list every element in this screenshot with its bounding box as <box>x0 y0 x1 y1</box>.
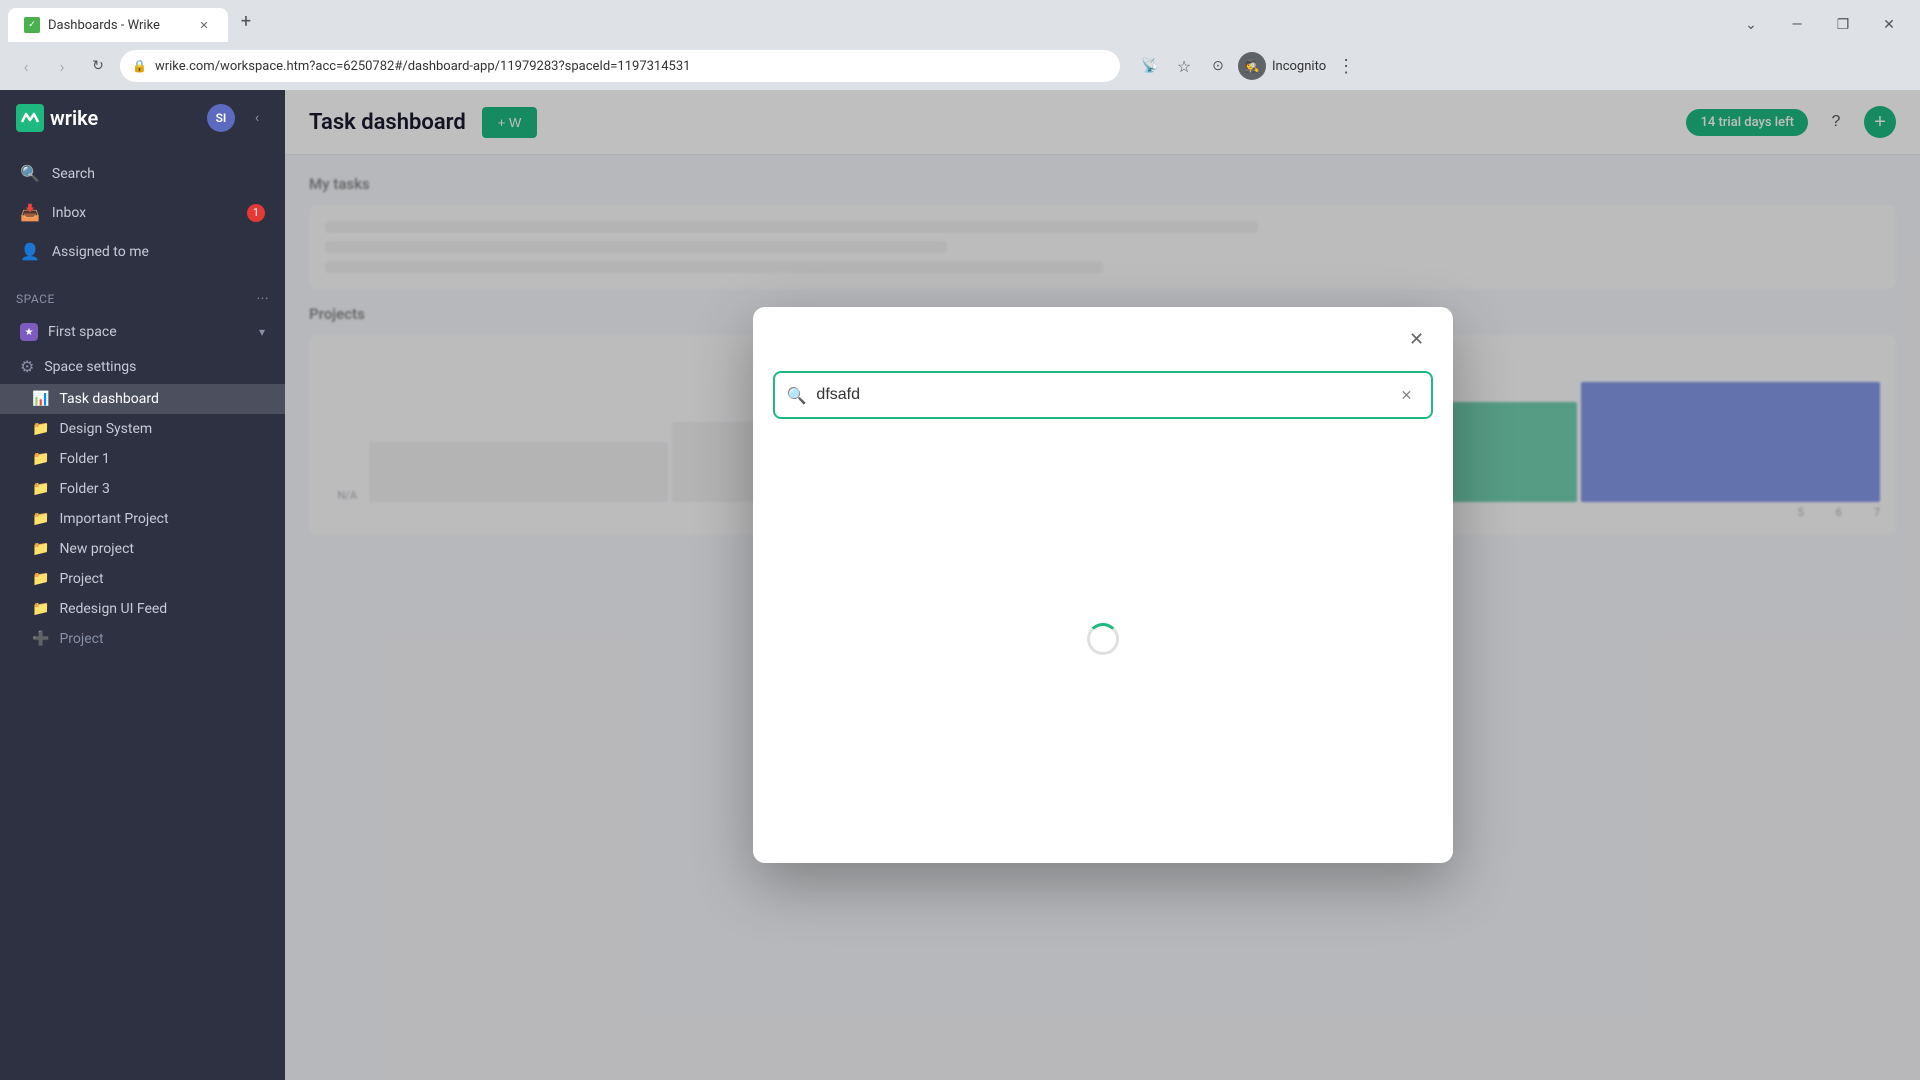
sidebar-item-add-project[interactable]: ➕ Project <box>0 624 285 654</box>
sidebar-item-folder-1[interactable]: 📁 Folder 1 <box>0 444 285 474</box>
sidebar-item-folder-3[interactable]: 📁 Folder 3 <box>0 474 285 504</box>
search-icon: 🔍 <box>20 164 40 183</box>
incognito-avatar: 🕵 <box>1238 52 1266 80</box>
space-section-header: Space ··· <box>16 291 269 307</box>
address-bar[interactable]: 🔒 wrike.com/workspace.htm?acc=6250782#/d… <box>120 50 1120 82</box>
tab-close-icon[interactable]: ✕ <box>196 17 212 33</box>
modal-header: ✕ <box>753 307 1453 363</box>
inbox-icon: 📥 <box>20 203 40 222</box>
add-project-icon: ➕ <box>32 631 49 647</box>
sidebar-item-search-label: Search <box>52 166 95 182</box>
wrike-logo-text: wrike <box>50 106 98 130</box>
sidebar-item-search[interactable]: 🔍 Search <box>0 154 285 193</box>
tab-favicon: ✓ <box>24 17 40 33</box>
maximize-button[interactable]: ❐ <box>1820 8 1866 42</box>
space-settings-icon: ⚙ <box>20 357 34 376</box>
sidebar-tree: 📊 Task dashboard 📁 Design System 📁 Folde… <box>0 384 285 1080</box>
sidebar-item-space-settings[interactable]: ⚙ Space settings <box>0 349 285 384</box>
browser-chrome: ✓ Dashboards - Wrike ✕ + ⌄ — ❐ ✕ ‹ › ↻ 🔒… <box>0 0 1920 90</box>
inbox-badge: 1 <box>247 204 265 222</box>
browser-actions: 📡 ☆ ⊙ 🕵 Incognito ⋮ <box>1136 52 1360 80</box>
chevron-down-icon[interactable]: ⌄ <box>1728 8 1774 42</box>
redesign-ui-label: Redesign UI Feed <box>59 601 167 617</box>
browser-toolbar: ‹ › ↻ 🔒 wrike.com/workspace.htm?acc=6250… <box>0 42 1920 90</box>
sidebar-space-item[interactable]: ★ First space ▾ <box>0 315 285 349</box>
redesign-ui-icon: 📁 <box>32 601 49 617</box>
nav-forward-button[interactable]: › <box>48 52 76 80</box>
profile-icon[interactable]: ⊙ <box>1204 52 1232 80</box>
browser-tab[interactable]: ✓ Dashboards - Wrike ✕ <box>8 8 228 42</box>
design-system-icon: 📁 <box>32 421 49 437</box>
space-icon: ★ <box>20 323 38 341</box>
space-name: First space <box>48 324 117 340</box>
new-tab-button[interactable]: + <box>232 7 260 35</box>
sidebar-item-assigned-label: Assigned to me <box>52 244 149 260</box>
search-modal: ✕ 🔍 ✕ <box>753 307 1453 863</box>
browser-tab-bar: ✓ Dashboards - Wrike ✕ + ⌄ — ❐ ✕ <box>0 0 1920 42</box>
sidebar-header: wrike SI ‹ <box>0 90 285 146</box>
folder-1-label: Folder 1 <box>59 451 109 467</box>
window-controls: ⌄ — ❐ ✕ <box>1728 8 1912 42</box>
task-dashboard-icon: 📊 <box>32 391 49 407</box>
wrike-logo: wrike <box>16 104 98 132</box>
modal-loading-area <box>773 439 1433 839</box>
new-project-label: New project <box>59 541 134 557</box>
sidebar-space-section: Space ··· <box>0 279 285 315</box>
folder-3-label: Folder 3 <box>59 481 109 497</box>
cast-icon[interactable]: 📡 <box>1136 52 1164 80</box>
sidebar-item-assigned[interactable]: 👤 Assigned to me <box>0 232 285 271</box>
browser-menu-icon[interactable]: ⋮ <box>1332 52 1360 80</box>
tab-title: Dashboards - Wrike <box>48 18 188 33</box>
space-chevron-icon: ▾ <box>259 325 265 339</box>
sidebar-collapse-icon[interactable]: ‹ <box>245 106 269 130</box>
minimize-button[interactable]: — <box>1774 8 1820 42</box>
search-modal-icon: 🔍 <box>787 386 807 405</box>
search-input[interactable] <box>816 386 1384 404</box>
project-icon: 📁 <box>32 571 49 587</box>
search-input-wrapper: 🔍 ✕ <box>773 371 1433 419</box>
nav-back-button[interactable]: ‹ <box>12 52 40 80</box>
space-options-icon[interactable]: ··· <box>257 291 269 307</box>
important-project-label: Important Project <box>59 511 168 527</box>
wrike-logo-icon <box>16 104 44 132</box>
folder-1-icon: 📁 <box>32 451 49 467</box>
incognito-label: Incognito <box>1272 59 1326 74</box>
url-text: wrike.com/workspace.htm?acc=6250782#/das… <box>155 59 1108 74</box>
close-window-button[interactable]: ✕ <box>1866 8 1912 42</box>
sidebar-item-inbox-label: Inbox <box>52 205 86 221</box>
app-layout: wrike SI ‹ 🔍 Search 📥 Inbox 1 👤 Assigned… <box>0 90 1920 1080</box>
important-project-icon: 📁 <box>32 511 49 527</box>
sidebar: wrike SI ‹ 🔍 Search 📥 Inbox 1 👤 Assigned… <box>0 90 285 1080</box>
modal-close-icon: ✕ <box>1409 329 1424 350</box>
assigned-icon: 👤 <box>20 242 40 261</box>
sidebar-nav: 🔍 Search 📥 Inbox 1 👤 Assigned to me <box>0 146 285 279</box>
sidebar-item-task-dashboard[interactable]: 📊 Task dashboard <box>0 384 285 414</box>
main-content: Task dashboard + W 14 trial days left ? … <box>285 90 1920 1080</box>
lock-icon: 🔒 <box>132 59 147 73</box>
new-project-icon: 📁 <box>32 541 49 557</box>
task-dashboard-label: Task dashboard <box>59 391 158 407</box>
modal-close-button[interactable]: ✕ <box>1401 323 1433 355</box>
space-section-label: Space <box>16 292 55 306</box>
search-clear-icon: ✕ <box>1401 387 1413 404</box>
search-clear-button[interactable]: ✕ <box>1395 383 1419 407</box>
space-section-actions: ··· <box>257 291 269 307</box>
sidebar-item-inbox[interactable]: 📥 Inbox 1 <box>0 193 285 232</box>
avatar[interactable]: SI <box>207 104 235 132</box>
bookmark-icon[interactable]: ☆ <box>1170 52 1198 80</box>
add-project-label: Project <box>59 631 103 647</box>
sidebar-item-design-system[interactable]: 📁 Design System <box>0 414 285 444</box>
project-label: Project <box>59 571 103 587</box>
design-system-label: Design System <box>59 421 152 437</box>
folder-3-icon: 📁 <box>32 481 49 497</box>
modal-overlay: ✕ 🔍 ✕ <box>285 90 1920 1080</box>
loading-spinner <box>1087 623 1119 655</box>
sidebar-item-important-project[interactable]: 📁 Important Project <box>0 504 285 534</box>
nav-refresh-button[interactable]: ↻ <box>84 52 112 80</box>
space-settings-label: Space settings <box>44 359 136 375</box>
sidebar-item-new-project[interactable]: 📁 New project <box>0 534 285 564</box>
sidebar-item-redesign-ui[interactable]: 📁 Redesign UI Feed <box>0 594 285 624</box>
modal-body: 🔍 ✕ <box>753 363 1453 863</box>
sidebar-item-project[interactable]: 📁 Project <box>0 564 285 594</box>
